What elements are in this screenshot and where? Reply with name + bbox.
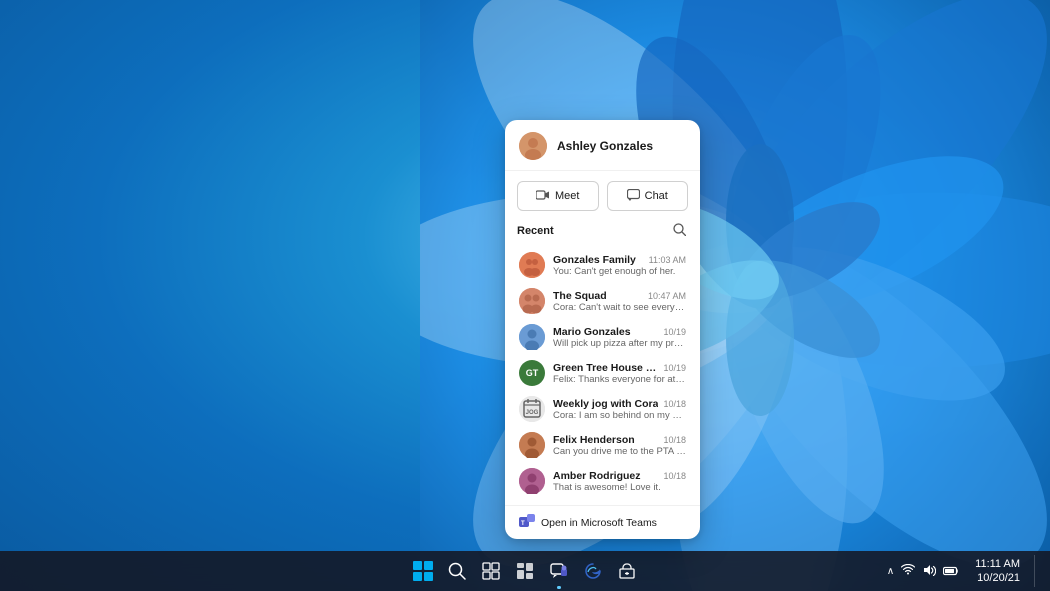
open-teams-footer[interactable]: T Open in Microsoft Teams — [505, 505, 700, 539]
chat-avatar — [519, 432, 545, 458]
chat-name: Felix Henderson — [553, 434, 635, 446]
chat-button[interactable]: Chat — [607, 181, 689, 211]
chat-preview: Cora: Can't wait to see everyone! — [553, 302, 686, 313]
taskview-button[interactable] — [477, 557, 505, 585]
battery-icon[interactable] — [941, 562, 961, 581]
meet-button[interactable]: Meet — [517, 181, 599, 211]
popup-actions: Meet Chat — [505, 171, 700, 221]
user-avatar — [519, 132, 547, 160]
system-tray: ∧ — [885, 562, 961, 581]
taskbar-center — [409, 557, 641, 585]
chat-time: 11:03 AM — [649, 255, 686, 265]
svg-text:T: T — [521, 521, 525, 527]
chat-preview: You: Can't get enough of her. — [553, 266, 686, 277]
chat-preview: Cora: I am so behind on my step goals. — [553, 410, 686, 421]
chat-preview: Can you drive me to the PTA today? — [553, 446, 686, 457]
meet-label: Meet — [555, 190, 579, 202]
chat-icon — [627, 189, 640, 204]
chat-time: 10/19 — [663, 327, 686, 337]
svg-text:JOG: JOG — [526, 410, 539, 416]
chat-avatar — [519, 468, 545, 494]
video-icon — [536, 189, 550, 203]
list-item[interactable]: Mario Gonzales 10/19 Will pick up pizza … — [517, 319, 688, 355]
clock-date: 10/20/21 — [975, 571, 1020, 585]
chat-name-row: The Squad 10:47 AM — [553, 290, 686, 302]
chat-taskbar-button[interactable] — [545, 557, 573, 585]
chat-name-row: Weekly jog with Cora 10/18 — [553, 398, 686, 410]
avatar-image — [519, 132, 547, 160]
popup-header: Ashley Gonzales — [505, 120, 700, 171]
chat-content: Gonzales Family 11:03 AM You: Can't get … — [553, 254, 686, 277]
recent-section: Recent — [505, 221, 700, 505]
chat-time: 10:47 AM — [648, 291, 686, 301]
open-teams-label: Open in Microsoft Teams — [541, 517, 657, 529]
volume-icon[interactable] — [920, 562, 938, 581]
chat-name-row: Green Tree House PTA 10/19 — [553, 362, 686, 374]
chat-name: Mario Gonzales — [553, 326, 631, 338]
recent-header: Recent — [517, 221, 688, 241]
recent-label: Recent — [517, 225, 554, 237]
chat-avatar: GT — [519, 360, 545, 386]
taskbar-clock[interactable]: 11:11 AM 10/20/21 — [969, 555, 1026, 588]
chat-name: Green Tree House PTA — [553, 362, 659, 374]
chat-name-row: Gonzales Family 11:03 AM — [553, 254, 686, 266]
search-button[interactable] — [443, 557, 471, 585]
teams-icon: T — [519, 514, 535, 531]
chat-name-row: Mario Gonzales 10/19 — [553, 326, 686, 338]
user-name: Ashley Gonzales — [557, 139, 653, 153]
chat-popup: Ashley Gonzales Meet Chat Rec — [505, 120, 700, 539]
chat-avatar — [519, 324, 545, 350]
chat-avatar — [519, 252, 545, 278]
edge-button[interactable] — [579, 557, 607, 585]
list-item[interactable]: Amber Rodriguez 10/18 That is awesome! L… — [517, 463, 688, 499]
chat-content: Mario Gonzales 10/19 Will pick up pizza … — [553, 326, 686, 349]
chat-preview: Will pick up pizza after my practice. — [553, 338, 686, 349]
tray-expand-icon[interactable]: ∧ — [885, 564, 896, 579]
chat-name: The Squad — [553, 290, 607, 302]
list-item[interactable]: Felix Henderson 10/18 Can you drive me t… — [517, 427, 688, 463]
chat-name: Amber Rodriguez — [553, 470, 641, 482]
chat-avatar — [519, 288, 545, 314]
chat-list: Gonzales Family 11:03 AM You: Can't get … — [517, 247, 688, 499]
list-item[interactable]: The Squad 10:47 AM Cora: Can't wait to s… — [517, 283, 688, 319]
chat-preview: That is awesome! Love it. — [553, 482, 686, 493]
search-recent-icon[interactable] — [671, 221, 688, 241]
chat-avatar: JOG — [519, 396, 545, 422]
taskbar-right: ∧ — [885, 555, 1038, 588]
taskbar: ∧ — [0, 551, 1050, 591]
chat-name-row: Amber Rodriguez 10/18 — [553, 470, 686, 482]
chat-content: Weekly jog with Cora 10/18 Cora: I am so… — [553, 398, 686, 421]
clock-time: 11:11 AM — [975, 557, 1020, 571]
list-item[interactable]: Gonzales Family 11:03 AM You: Can't get … — [517, 247, 688, 283]
list-item[interactable]: GT Green Tree House PTA 10/19 Felix: Tha… — [517, 355, 688, 391]
chat-label: Chat — [645, 190, 668, 202]
start-button[interactable] — [409, 557, 437, 585]
chat-name: Weekly jog with Cora — [553, 398, 658, 410]
list-item[interactable]: JOG Weekly jog with Cora 10/18 Cora: I a… — [517, 391, 688, 427]
chat-time: 10/18 — [663, 399, 686, 409]
chat-name: Gonzales Family — [553, 254, 636, 266]
chat-content: Green Tree House PTA 10/19 Felix: Thanks… — [553, 362, 686, 385]
chat-content: Amber Rodriguez 10/18 That is awesome! L… — [553, 470, 686, 493]
show-desktop-button[interactable] — [1034, 555, 1038, 587]
store-button[interactable] — [613, 557, 641, 585]
chat-time: 10/19 — [663, 363, 686, 373]
chat-time: 10/18 — [663, 471, 686, 481]
windows-logo — [413, 561, 433, 581]
chat-preview: Felix: Thanks everyone for attending tod… — [553, 374, 686, 385]
chat-content: Felix Henderson 10/18 Can you drive me t… — [553, 434, 686, 457]
chat-name-row: Felix Henderson 10/18 — [553, 434, 686, 446]
widgets-button[interactable] — [511, 557, 539, 585]
chat-time: 10/18 — [663, 435, 686, 445]
wifi-icon[interactable] — [899, 562, 917, 581]
chat-content: The Squad 10:47 AM Cora: Can't wait to s… — [553, 290, 686, 313]
